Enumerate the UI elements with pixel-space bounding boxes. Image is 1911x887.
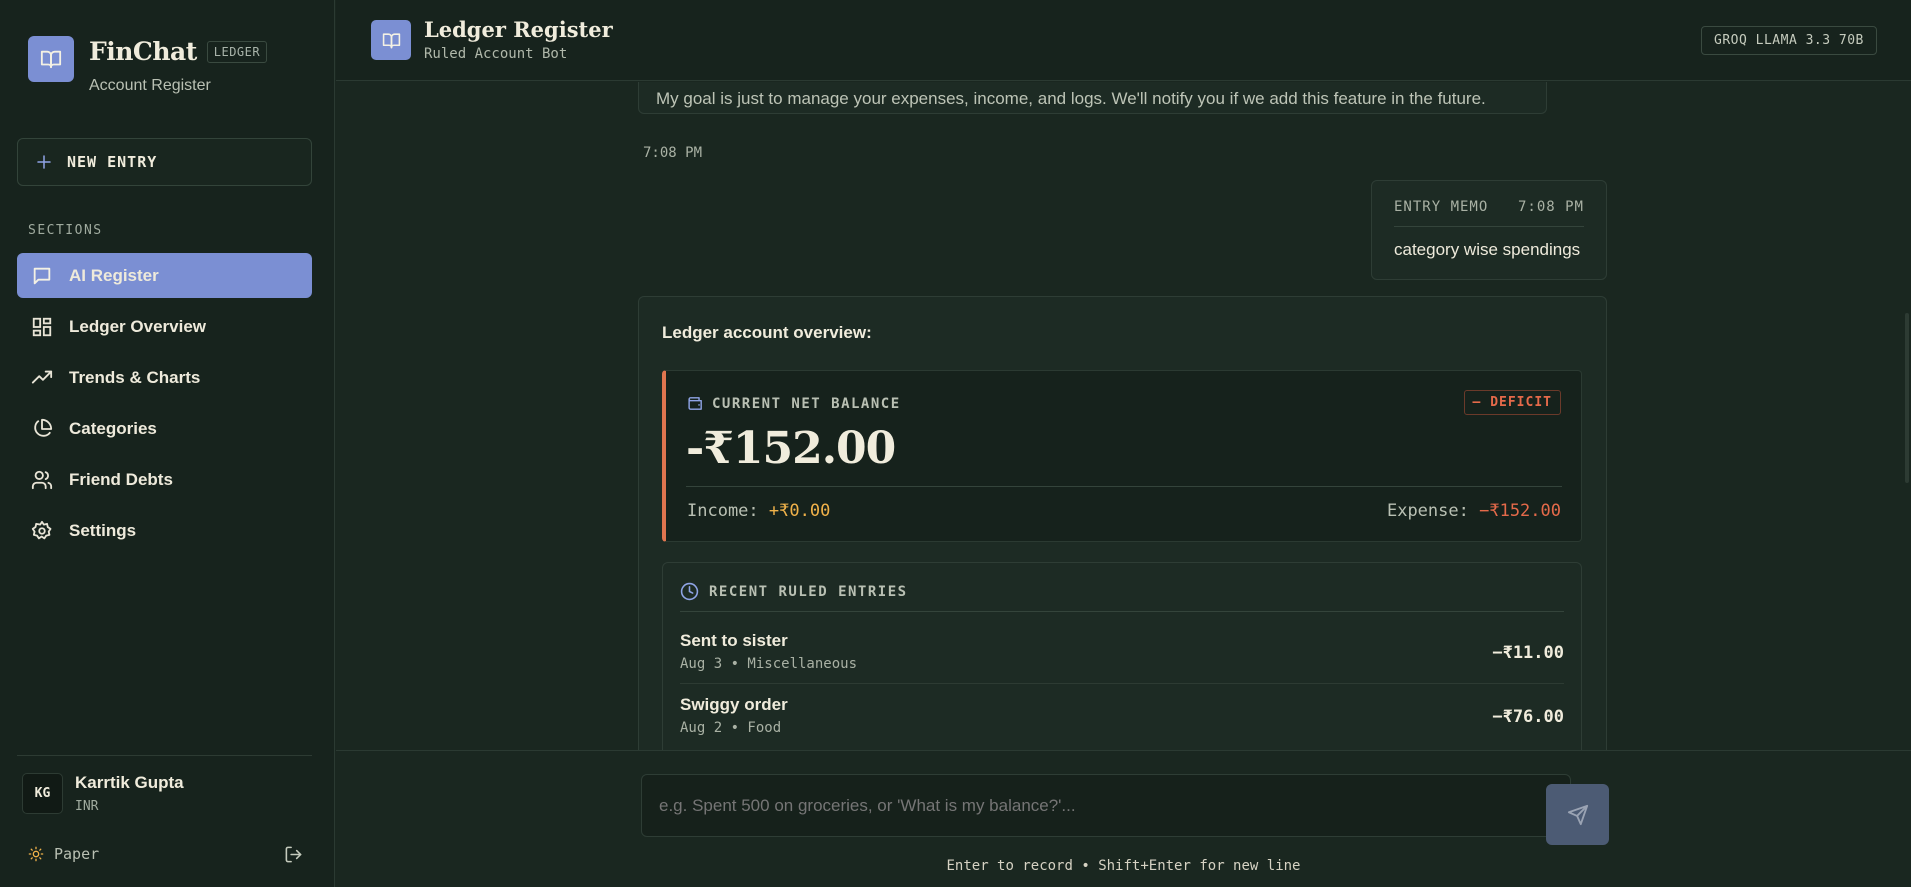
- new-entry-button[interactable]: NEW ENTRY: [17, 138, 312, 186]
- user-message: ENTRY MEMO 7:08 PM category wise spendin…: [1371, 180, 1607, 280]
- sidebar-item-label: Friend Debts: [69, 469, 173, 489]
- divider: [1394, 226, 1584, 227]
- sidebar: FinChat LEDGER Account Register NEW ENTR…: [0, 0, 335, 887]
- user-message-text: category wise spendings: [1394, 240, 1581, 259]
- page-subtitle: Ruled Account Bot: [424, 46, 568, 62]
- composer: Enter to record • Shift+Enter for new li…: [336, 750, 1911, 887]
- sidebar-item-label: Ledger Overview: [69, 316, 207, 336]
- chat-header: Ledger Register Ruled Account Bot GROQ L…: [336, 0, 1911, 81]
- theme-label: Paper: [54, 845, 100, 863]
- balance-card: CURRENT NET BALANCE — DEFICIT -₹152.00 I…: [662, 370, 1582, 542]
- overview-title: Ledger account overview:: [662, 323, 872, 342]
- balance-label-text: CURRENT NET BALANCE: [712, 395, 901, 412]
- recent-entries-header: RECENT RULED ENTRIES: [680, 582, 908, 601]
- send-button[interactable]: [1546, 784, 1609, 845]
- input-hint: Enter to record • Shift+Enter for new li…: [946, 858, 1301, 874]
- logout-button[interactable]: [284, 845, 303, 869]
- user-name: Karrtik Gupta: [75, 773, 184, 792]
- entry-meta: Aug 2 • Food: [680, 720, 782, 736]
- list-item: Sent to sister Aug 3 • Miscellaneous −₹1…: [680, 631, 1564, 687]
- expense-value: −₹152.00: [1479, 501, 1561, 521]
- users-icon: [30, 468, 54, 492]
- sidebar-nav: AI Register Ledger Overview Trends & Cha…: [17, 253, 312, 559]
- trend-up-icon: [30, 366, 54, 390]
- memo-label: ENTRY MEMO: [1394, 199, 1489, 215]
- income-value: +₹0.00: [768, 501, 831, 521]
- brand: FinChat LEDGER Account Register: [28, 36, 268, 95]
- sidebar-item-settings[interactable]: Settings: [17, 508, 312, 553]
- balance-amount: -₹152.00: [686, 423, 896, 474]
- balance-label: CURRENT NET BALANCE: [687, 395, 901, 412]
- send-icon: [1567, 804, 1588, 825]
- sidebar-item-ledger-overview[interactable]: Ledger Overview: [17, 304, 312, 349]
- scrollbar[interactable]: [1905, 313, 1909, 483]
- plus-icon: [37, 155, 51, 169]
- theme-toggle[interactable]: Paper: [28, 845, 99, 863]
- overview-message: Ledger account overview: CURRENT NET BAL…: [638, 296, 1607, 750]
- sidebar-item-categories[interactable]: Categories: [17, 406, 312, 451]
- entry-amount: −₹11.00: [1492, 643, 1564, 663]
- divider: [686, 486, 1562, 487]
- sun-icon: [28, 846, 44, 862]
- income-summary: Income: +₹0.00: [687, 501, 830, 521]
- message-input[interactable]: [641, 774, 1571, 837]
- bot-message: My goal is just to manage your expenses,…: [638, 82, 1547, 114]
- brand-subtitle: Account Register: [89, 77, 211, 94]
- gear-icon: [30, 519, 54, 543]
- user-profile[interactable]: KG Karrtik Gupta INR: [22, 773, 184, 814]
- message-timestamp: 7:08 PM: [643, 145, 703, 161]
- clock-icon: [680, 582, 699, 601]
- model-badge: GROQ LLAMA 3.3 70B: [1701, 26, 1877, 55]
- sidebar-item-friend-debts[interactable]: Friend Debts: [17, 457, 312, 502]
- grid-icon: [30, 315, 54, 339]
- entry-meta: Aug 3 • Miscellaneous: [680, 656, 858, 672]
- entry-name: Sent to sister: [680, 631, 788, 650]
- book-icon: [28, 36, 74, 82]
- recent-entries-card: RECENT RULED ENTRIES Sent to sister Aug …: [662, 562, 1582, 750]
- wallet-icon: [688, 397, 702, 410]
- pie-chart-icon: [30, 417, 54, 441]
- user-currency: INR: [75, 799, 99, 814]
- list-item: Swiggy order Aug 2 • Food −₹76.00: [680, 695, 1564, 750]
- entry-name: Swiggy order: [680, 695, 788, 714]
- sections-label: SECTIONS: [28, 223, 103, 238]
- new-entry-label: NEW ENTRY: [67, 153, 158, 171]
- brand-title: FinChat: [89, 37, 197, 66]
- entry-amount: −₹76.00: [1492, 707, 1564, 727]
- sidebar-item-label: Settings: [69, 520, 137, 540]
- chat-area[interactable]: My goal is just to manage your expenses,…: [336, 82, 1911, 750]
- brand-tag: LEDGER: [206, 40, 268, 63]
- page-title: Ledger Register: [424, 17, 613, 42]
- income-label: Income:: [687, 501, 759, 521]
- recent-entries-label: RECENT RULED ENTRIES: [709, 583, 908, 600]
- logout-icon: [285, 846, 302, 863]
- book-icon: [371, 20, 411, 60]
- expense-summary: Expense: −₹152.00: [1387, 501, 1561, 521]
- sidebar-item-trends-charts[interactable]: Trends & Charts: [17, 355, 312, 400]
- status-badge: — DEFICIT: [1463, 390, 1561, 415]
- divider: [680, 683, 1564, 684]
- divider: [680, 611, 1564, 612]
- message-timestamp: 7:08 PM: [1517, 199, 1584, 215]
- sidebar-item-ai-register[interactable]: AI Register: [17, 253, 312, 298]
- expense-label: Expense:: [1386, 501, 1469, 521]
- divider: [17, 755, 312, 756]
- sidebar-item-label: AI Register: [69, 265, 159, 285]
- avatar: KG: [22, 773, 63, 814]
- chat-bubble-icon: [30, 264, 54, 288]
- sidebar-item-label: Trends & Charts: [69, 367, 201, 387]
- sidebar-item-label: Categories: [69, 418, 157, 438]
